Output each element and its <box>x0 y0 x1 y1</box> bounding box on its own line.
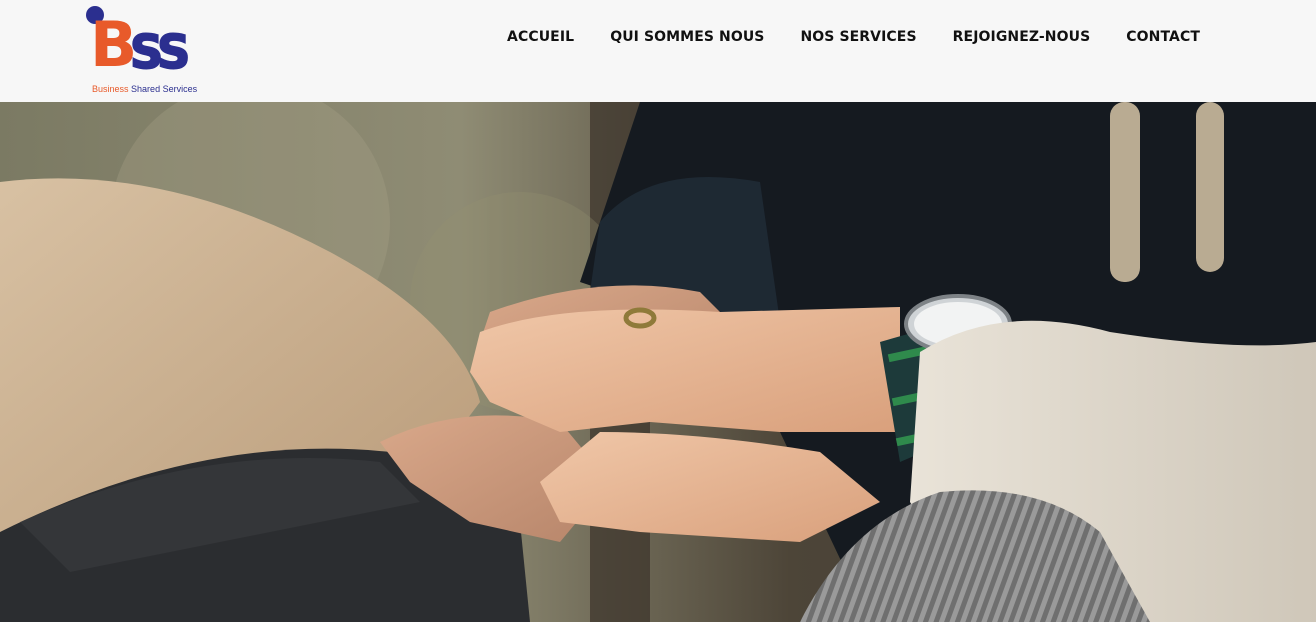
logo-tagline: Business Shared Services <box>92 84 197 95</box>
nav-link-qui-sommes-nous[interactable]: QUI SOMMES NOUS <box>610 27 764 47</box>
logo-tagline-business: Business <box>92 84 129 94</box>
bss-logo[interactable]: B SS Business Shared Services <box>84 4 208 98</box>
logo-letter-b: B <box>90 8 137 81</box>
nav-link-contact[interactable]: CONTACT <box>1126 27 1200 47</box>
nav-link-accueil[interactable]: ACCUEIL <box>507 27 574 47</box>
logo-tagline-shared-services: Shared Services <box>131 84 198 94</box>
site-header: B SS Business Shared Services ACCUEIL QU… <box>0 0 1316 102</box>
logo-letters-ss: SS <box>129 25 191 79</box>
hero-team-hands-image <box>0 102 1316 622</box>
hero-banner <box>0 102 1316 622</box>
main-nav: ACCUEIL QUI SOMMES NOUS NOS SERVICES REJ… <box>507 27 1200 47</box>
nav-link-rejoignez-nous[interactable]: REJOIGNEZ-NOUS <box>953 27 1091 47</box>
nav-link-nos-services[interactable]: NOS SERVICES <box>800 27 916 47</box>
